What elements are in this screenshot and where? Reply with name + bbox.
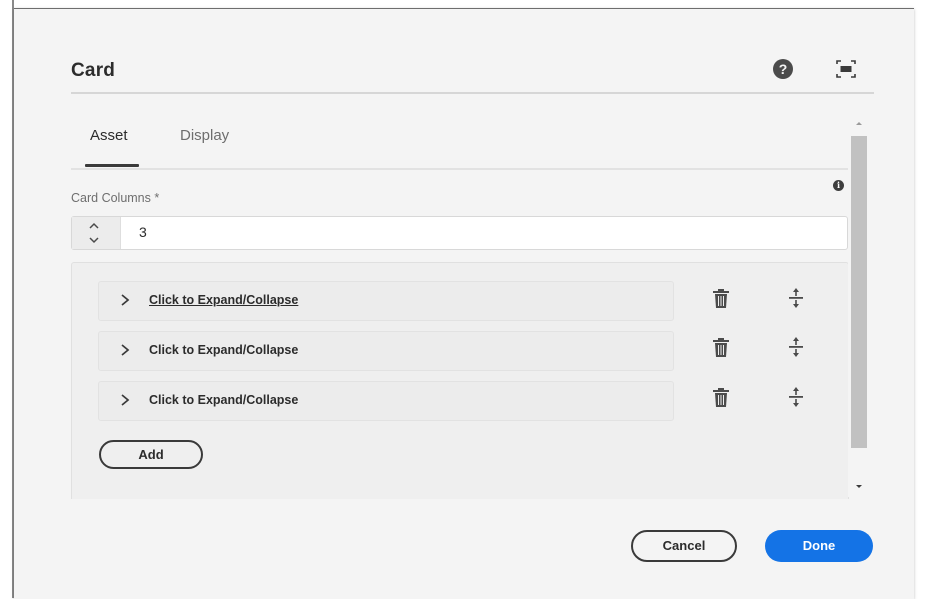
tab-display[interactable]: Display [180,127,229,144]
reorder-icon[interactable] [788,287,804,309]
card-columns-label: Card Columns * [71,191,160,205]
scroll-up-icon[interactable] [854,119,864,127]
reorder-icon[interactable] [788,386,804,408]
help-icon[interactable]: ? [773,59,793,79]
stepper-buttons [72,217,121,249]
dialog-content: Asset Display Card Columns * i 3 Click t… [71,110,849,499]
card-dialog: Card ? Asset Display Card Columns * i 3 … [14,8,914,599]
card-items-multifield: Click to Expand/Collapse Click to Expand… [71,262,849,499]
scroll-down-icon[interactable] [854,483,864,491]
dialog-title: Card [71,60,116,81]
chevron-right-icon [121,394,130,406]
expand-collapse-item[interactable]: Click to Expand/Collapse [98,281,674,321]
reorder-icon[interactable] [788,336,804,358]
expand-collapse-item[interactable]: Click to Expand/Collapse [98,381,674,421]
expand-collapse-label: Click to Expand/Collapse [149,343,299,357]
trash-icon[interactable] [712,338,730,358]
cancel-button[interactable]: Cancel [631,530,737,562]
trash-icon[interactable] [712,388,730,408]
content-scrollbar[interactable] [848,114,870,497]
background-window-strip: ▀ ▀ ▀▀ ▀ ▀ ▀▀ ▀▀▀▀ ▀▀▀ [14,0,929,8]
chevron-right-icon [121,344,130,356]
chevron-right-icon [121,294,130,306]
fullscreen-icon[interactable] [836,60,856,78]
expand-collapse-label: Click to Expand/Collapse [149,293,299,307]
card-columns-input[interactable] [139,224,739,240]
add-button[interactable]: Add [99,440,203,469]
background-window-edge [0,0,14,598]
trash-icon[interactable] [712,289,730,309]
chevron-up-icon[interactable] [87,220,101,232]
expand-collapse-item[interactable]: Click to Expand/Collapse [98,331,674,371]
scrollbar-thumb[interactable] [851,136,867,448]
active-tab-indicator [85,164,139,167]
tab-asset[interactable]: Asset [90,127,128,144]
done-button[interactable]: Done [765,530,873,562]
info-icon[interactable]: i [833,180,844,191]
chevron-down-icon[interactable] [87,234,101,246]
header-divider [71,92,874,94]
expand-collapse-label: Click to Expand/Collapse [149,393,299,407]
card-columns-stepper [71,216,848,250]
tab-list: Asset Display [71,110,849,170]
